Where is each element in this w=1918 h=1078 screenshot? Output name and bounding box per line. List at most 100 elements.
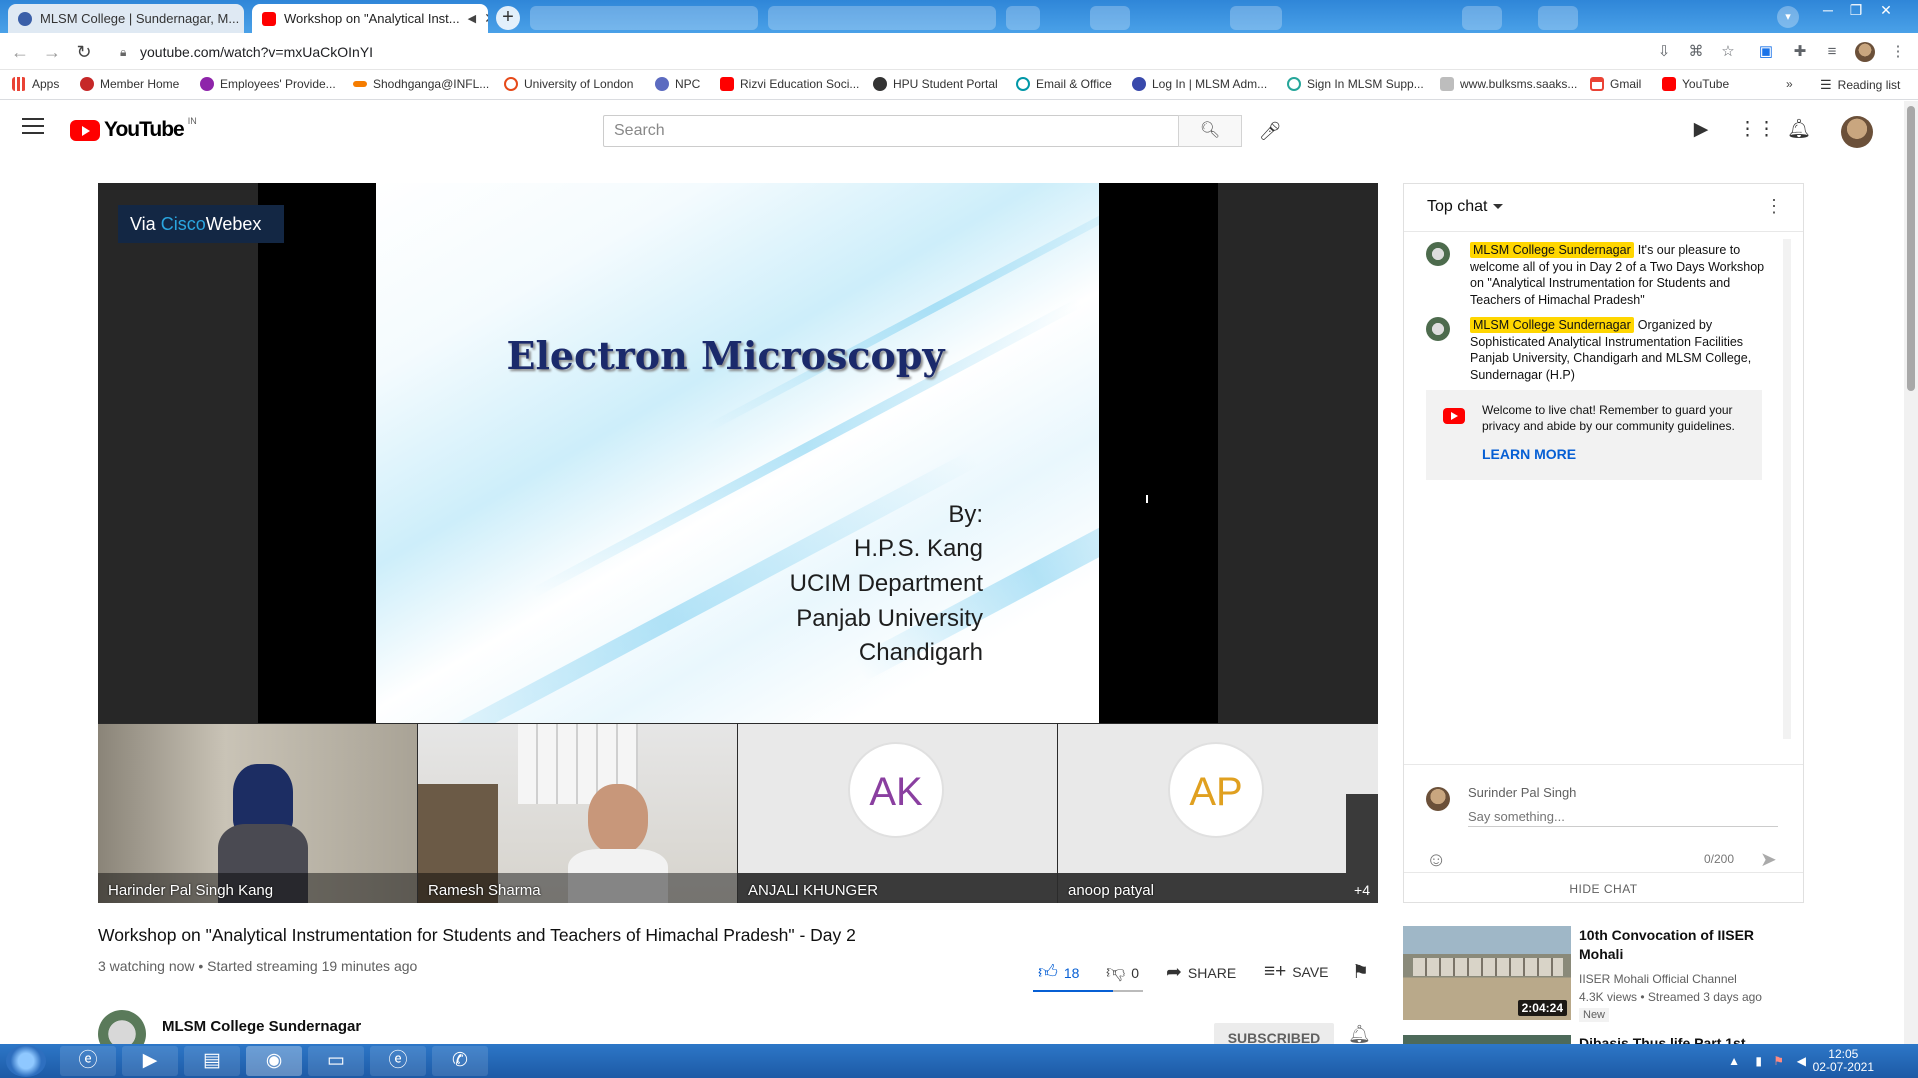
new-tab-button[interactable]: + bbox=[496, 6, 520, 30]
bookmark-bulksms[interactable]: www.bulksms.saaks... bbox=[1440, 77, 1577, 91]
recommended-title[interactable]: 10th Convocation of IISER Mohali bbox=[1579, 926, 1779, 964]
share-button[interactable]: ➦ SHARE bbox=[1166, 961, 1236, 984]
background-tab[interactable] bbox=[1006, 6, 1040, 30]
background-tab[interactable] bbox=[530, 6, 758, 30]
close-window-icon[interactable]: ✕ bbox=[1872, 2, 1900, 22]
background-tab[interactable] bbox=[1090, 6, 1130, 30]
search-button[interactable]: 🔍︎ bbox=[1178, 115, 1242, 147]
shodhganga-icon bbox=[353, 81, 367, 87]
author-name[interactable]: MLSM College Sundernagar bbox=[1470, 317, 1634, 333]
bookmark-npc[interactable]: NPC bbox=[655, 77, 700, 91]
bookmark-member-home[interactable]: Member Home bbox=[80, 77, 179, 91]
notification-bell-icon[interactable]: 🔔︎ bbox=[1348, 1024, 1371, 1045]
bookmark-employees-provident[interactable]: Employees' Provide... bbox=[200, 77, 336, 91]
browser-menu-icon[interactable]: ⋮ bbox=[1888, 42, 1908, 62]
volume-icon[interactable]: ◀ bbox=[1797, 1054, 1806, 1068]
network-signal-icon[interactable]: ▮ bbox=[1755, 1054, 1762, 1068]
chat-message-input[interactable] bbox=[1468, 807, 1778, 827]
more-participants-count[interactable]: +4 bbox=[1354, 882, 1370, 898]
author-name[interactable]: MLSM College Sundernagar bbox=[1470, 242, 1634, 258]
voice-search-mic-icon[interactable]: 🎤︎ bbox=[1256, 117, 1284, 145]
chrome-icon[interactable]: ◉ bbox=[246, 1046, 302, 1076]
media-control-icon[interactable]: ≡ bbox=[1822, 42, 1842, 62]
hamburger-menu-icon[interactable] bbox=[22, 118, 44, 136]
bookmark-email-office[interactable]: Email & Office bbox=[1016, 77, 1112, 91]
chat-app-icon[interactable]: ▭ bbox=[308, 1046, 364, 1076]
video-thumbnail[interactable]: 2:04:24 bbox=[1403, 926, 1571, 1020]
hide-chat-button[interactable]: HIDE CHAT bbox=[1404, 872, 1803, 904]
participant-initials-avatar: AP bbox=[1168, 742, 1264, 838]
bookmark-rizvi[interactable]: Rizvi Education Soci... bbox=[720, 77, 859, 91]
install-app-icon[interactable]: ⇩ bbox=[1654, 42, 1674, 62]
chat-scrollbar[interactable] bbox=[1783, 239, 1791, 739]
like-button[interactable]: 👍︎ 18 bbox=[1038, 961, 1079, 984]
video-player[interactable]: Via CiscoWebex Electron Microscopy By: H… bbox=[98, 183, 1378, 903]
create-video-icon[interactable]: ▶ bbox=[1688, 117, 1714, 143]
bookmark-gmail[interactable]: Gmail bbox=[1590, 77, 1641, 91]
send-icon[interactable]: ➤ bbox=[1760, 847, 1777, 872]
bookmark-label: YouTube bbox=[1682, 77, 1730, 91]
youtube-logo[interactable]: YouTube IN bbox=[70, 116, 197, 142]
report-button[interactable]: ⚑ bbox=[1352, 961, 1369, 984]
maximize-icon[interactable]: ❐ bbox=[1842, 2, 1870, 22]
bookmark-hpu-portal[interactable]: HPU Student Portal bbox=[873, 77, 998, 91]
bookmark-star-icon[interactable]: ☆ bbox=[1718, 42, 1738, 62]
tab-mlsm-college[interactable]: MLSM College | Sundernagar, M... ✕ bbox=[8, 4, 244, 33]
background-tab[interactable] bbox=[1538, 6, 1578, 30]
mute-icon[interactable]: ◀ bbox=[468, 12, 476, 25]
close-tab-icon[interactable]: ✕ bbox=[484, 10, 488, 27]
dislike-button[interactable]: 👎︎ 0 bbox=[1106, 961, 1139, 984]
tab-search-icon[interactable]: ▾ bbox=[1777, 6, 1799, 28]
internet-explorer-icon[interactable]: ⓔ bbox=[60, 1046, 116, 1076]
download-extension-icon[interactable]: ▣ bbox=[1756, 42, 1776, 62]
more-bookmarks-icon[interactable]: » bbox=[1786, 77, 1793, 91]
youtube-wordmark: YouTube bbox=[104, 118, 185, 141]
recommended-video[interactable]: 2:04:24 10th Convocation of IISER Mohali… bbox=[1403, 926, 1804, 1026]
participant-tile: Harinder Pal Singh Kang bbox=[98, 724, 417, 903]
file-explorer-icon[interactable]: ▤ bbox=[184, 1046, 240, 1076]
participant-overflow-tab[interactable] bbox=[1346, 794, 1378, 874]
show-hidden-icons-icon[interactable]: ▲ bbox=[1728, 1054, 1740, 1068]
extensions-puzzle-icon[interactable]: ✚ bbox=[1790, 42, 1810, 62]
thumbs-up-icon: 👍︎ bbox=[1038, 962, 1058, 983]
background-tab[interactable] bbox=[768, 6, 996, 30]
bookmark-mlsm-admin[interactable]: Log In | MLSM Adm... bbox=[1132, 77, 1267, 91]
apps-grid-icon[interactable]: ⋮⋮ bbox=[1738, 117, 1776, 143]
bookmark-apps[interactable]: Apps bbox=[12, 77, 59, 91]
office-icon bbox=[1016, 77, 1030, 91]
clock[interactable]: 12:05 02-07-2021 bbox=[1813, 1048, 1874, 1074]
scrollbar-thumb[interactable] bbox=[1907, 106, 1915, 391]
background-tab[interactable] bbox=[1462, 6, 1502, 30]
profile-avatar-icon[interactable] bbox=[1855, 42, 1875, 62]
chat-more-options-icon[interactable]: ⋮ bbox=[1765, 196, 1783, 217]
search-input[interactable]: Search bbox=[603, 115, 1179, 147]
edge-icon[interactable]: ⓔ bbox=[370, 1046, 426, 1076]
media-player-icon[interactable]: ▶ bbox=[122, 1046, 178, 1076]
learn-more-link[interactable]: LEARN MORE bbox=[1482, 446, 1576, 462]
tab-youtube-workshop[interactable]: Workshop on "Analytical Inst... ◀ ✕ bbox=[252, 4, 488, 33]
whatsapp-icon[interactable]: ✆ bbox=[432, 1046, 488, 1076]
chat-mode-dropdown[interactable]: Top chat bbox=[1427, 198, 1504, 216]
account-avatar[interactable] bbox=[1841, 116, 1873, 148]
notifications-bell-icon[interactable]: 🔔︎ bbox=[1786, 117, 1812, 143]
bookmark-university-of-london[interactable]: University of London bbox=[504, 77, 633, 91]
letterbox-right bbox=[1099, 183, 1218, 723]
bookmark-mlsm-support[interactable]: Sign In MLSM Supp... bbox=[1287, 77, 1424, 91]
action-center-flag-icon[interactable]: ⚑ bbox=[1773, 1054, 1784, 1068]
emoji-icon[interactable]: ☺ bbox=[1426, 849, 1446, 872]
background-tab[interactable] bbox=[1230, 6, 1282, 30]
reload-icon[interactable]: ↻ bbox=[72, 40, 96, 64]
page-scrollbar[interactable] bbox=[1904, 101, 1918, 1046]
translate-icon[interactable]: ⌘ bbox=[1686, 42, 1706, 62]
start-button[interactable] bbox=[6, 1045, 46, 1077]
save-button[interactable]: ≡+ SAVE bbox=[1264, 961, 1329, 983]
reading-list-button[interactable]: ☰ Reading list bbox=[1820, 77, 1900, 93]
bookmark-youtube[interactable]: YouTube bbox=[1662, 77, 1729, 91]
minimize-icon[interactable]: ─ bbox=[1814, 2, 1842, 22]
forward-icon[interactable]: → bbox=[40, 40, 64, 64]
back-icon[interactable]: ← bbox=[8, 40, 32, 64]
bookmark-shodhganga[interactable]: Shodhganga@INFL... bbox=[353, 77, 489, 91]
reading-list-icon: ☰ bbox=[1820, 77, 1832, 92]
channel-name[interactable]: MLSM College Sundernagar bbox=[162, 1018, 361, 1035]
address-bar[interactable]: 🔒︎ youtube.com/watch?v=mxUaCkOInYI bbox=[110, 38, 1650, 66]
